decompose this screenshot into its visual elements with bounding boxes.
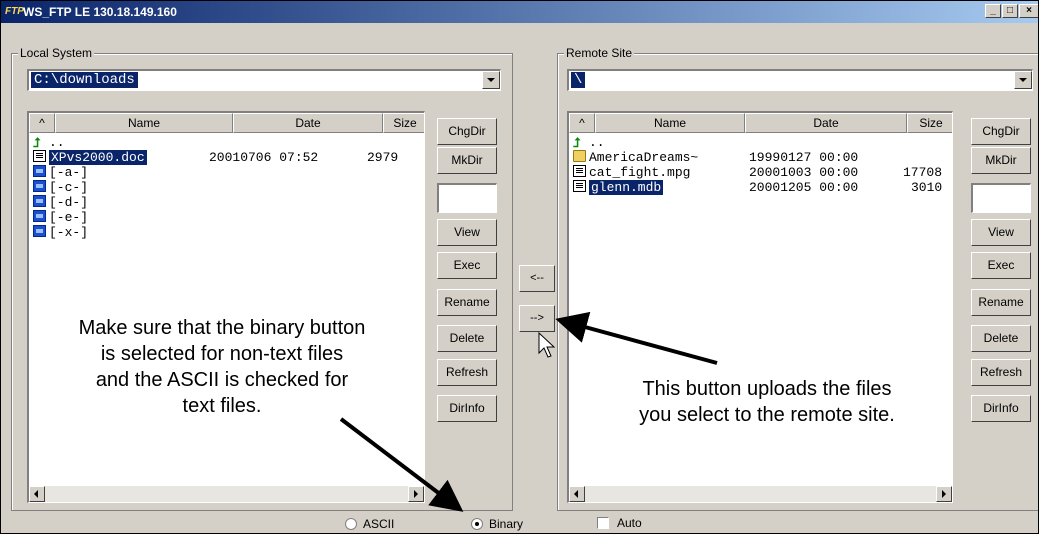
file-icon <box>33 150 46 162</box>
list-item[interactable]: [-x-] <box>33 225 88 240</box>
list-item[interactable]: ⮥.. <box>573 135 951 150</box>
binary-radio[interactable]: Binary <box>471 517 523 531</box>
file-name-selected: XPvs2000.doc <box>49 150 147 165</box>
up-arrow-icon: ⮥ <box>573 136 581 151</box>
local-chgdir-button[interactable]: ChgDir <box>437 118 497 145</box>
download-button[interactable]: <-- <box>519 265 555 292</box>
mouse-cursor-icon <box>538 331 556 358</box>
chevron-down-icon[interactable] <box>482 71 500 89</box>
local-horizontal-scrollbar[interactable] <box>29 486 424 502</box>
drive-icon <box>33 210 46 222</box>
list-item[interactable]: glenn.mdb 20001205 00:00 3010 <box>573 180 951 195</box>
remote-sort-header[interactable]: ^ <box>569 113 595 133</box>
remote-dirinfo-button[interactable]: DirInfo <box>971 395 1031 422</box>
local-name-header[interactable]: Name <box>55 113 233 133</box>
local-view-button[interactable]: View <box>437 219 497 246</box>
remote-horizontal-scrollbar[interactable] <box>569 486 952 502</box>
maximize-button[interactable]: □ <box>1002 4 1018 18</box>
upload-annotation: This button uploads the files you select… <box>639 378 895 426</box>
list-item[interactable]: [-e-] <box>33 210 88 225</box>
local-refresh-button[interactable]: Refresh <box>437 359 497 386</box>
ftp-window: FTP WS_FTP LE 130.18.149.160 _ □ × Local… <box>0 0 1039 534</box>
ftp-app-icon: FTP <box>5 6 24 17</box>
close-button[interactable]: × <box>1019 4 1038 18</box>
auto-checkbox[interactable]: Auto <box>597 516 642 530</box>
remote-command-box[interactable] <box>971 183 1031 213</box>
up-arrow-icon: ⮥ <box>33 136 41 151</box>
remote-file-list[interactable]: ^ Name Date Size ⮥.. AmericaDreams~ 1999… <box>567 111 953 503</box>
list-item[interactable]: [-d-] <box>33 195 88 210</box>
scroll-right-icon[interactable] <box>936 486 952 502</box>
local-exec-button[interactable]: Exec <box>437 252 497 279</box>
remote-date-header[interactable]: Date <box>745 113 907 133</box>
list-item[interactable]: ⮥.. <box>33 135 423 150</box>
file-size: 3010 <box>911 180 943 195</box>
title-bar[interactable]: FTP WS_FTP LE 130.18.149.160 _ □ × <box>1 1 1038 23</box>
local-file-list[interactable]: ^ Name Date Size ⮥.. XPvs2000.doc 200107… <box>27 111 425 503</box>
local-size-header[interactable]: Size <box>383 113 424 133</box>
radio-on-icon <box>471 518 483 530</box>
remote-exec-button[interactable]: Exec <box>971 252 1031 279</box>
binary-annotation: Make sure that the binary button is sele… <box>78 317 366 417</box>
chevron-down-icon[interactable] <box>1014 71 1032 89</box>
remote-refresh-button[interactable]: Refresh <box>971 359 1031 386</box>
drive-icon <box>33 195 46 207</box>
upload-button[interactable]: --> <box>519 305 555 332</box>
binary-label: Binary <box>489 517 524 531</box>
remote-rename-button[interactable]: Rename <box>971 289 1031 316</box>
scroll-left-icon[interactable] <box>569 486 585 502</box>
window-title: WS_FTP LE 130.18.149.160 <box>23 5 177 19</box>
local-path-combo[interactable]: C:\downloads <box>27 69 501 91</box>
list-item[interactable]: [-a-] <box>33 165 88 180</box>
local-rename-button[interactable]: Rename <box>437 289 497 316</box>
remote-path-text: \ <box>571 72 586 88</box>
local-date-header[interactable]: Date <box>233 113 383 133</box>
file-date: 20001003 00:00 <box>749 165 859 180</box>
remote-size-header[interactable]: Size <box>907 113 952 133</box>
scroll-right-icon[interactable] <box>408 486 424 502</box>
radio-off-icon <box>345 518 357 530</box>
checkbox-icon <box>597 517 609 529</box>
remote-delete-button[interactable]: Delete <box>971 325 1031 352</box>
list-item[interactable]: XPvs2000.doc 20010706 07:52 2979 <box>33 150 423 165</box>
file-date: 20010706 07:52 <box>209 150 319 165</box>
local-system-label: Local System <box>18 46 95 60</box>
minimize-button[interactable]: _ <box>985 4 1001 18</box>
list-item[interactable]: cat_fight.mpg 20001003 00:00 17708 <box>573 165 951 180</box>
remote-name-header[interactable]: Name <box>595 113 745 133</box>
local-mkdir-button[interactable]: MkDir <box>437 147 497 174</box>
list-item[interactable]: [-c-] <box>33 180 88 195</box>
drive-icon <box>33 165 46 177</box>
scroll-left-icon[interactable] <box>29 486 45 502</box>
file-size: 2979 <box>367 150 399 165</box>
remote-site-label: Remote Site <box>564 46 635 60</box>
file-icon <box>573 180 586 192</box>
ascii-label: ASCII <box>363 517 395 531</box>
folder-icon <box>573 150 586 162</box>
remote-view-button[interactable]: View <box>971 219 1031 246</box>
local-command-box[interactable] <box>437 183 497 213</box>
local-sort-header[interactable]: ^ <box>29 113 55 133</box>
local-dirinfo-button[interactable]: DirInfo <box>437 395 497 422</box>
auto-label: Auto <box>617 516 642 530</box>
local-path-text: C:\downloads <box>31 72 138 88</box>
file-date: 20001205 00:00 <box>749 180 859 195</box>
file-icon <box>573 165 586 177</box>
remote-mkdir-button[interactable]: MkDir <box>971 147 1031 174</box>
remote-chgdir-button[interactable]: ChgDir <box>971 118 1031 145</box>
list-item[interactable]: AmericaDreams~ 19990127 00:00 <box>573 150 951 165</box>
ascii-radio[interactable]: ASCII <box>345 517 394 531</box>
local-delete-button[interactable]: Delete <box>437 325 497 352</box>
file-size: 17708 <box>903 165 943 180</box>
remote-path-combo[interactable]: \ <box>567 69 1033 91</box>
file-name-selected: glenn.mdb <box>589 180 664 195</box>
drive-icon <box>33 180 46 192</box>
file-date: 19990127 00:00 <box>749 150 859 165</box>
drive-icon <box>33 225 46 237</box>
